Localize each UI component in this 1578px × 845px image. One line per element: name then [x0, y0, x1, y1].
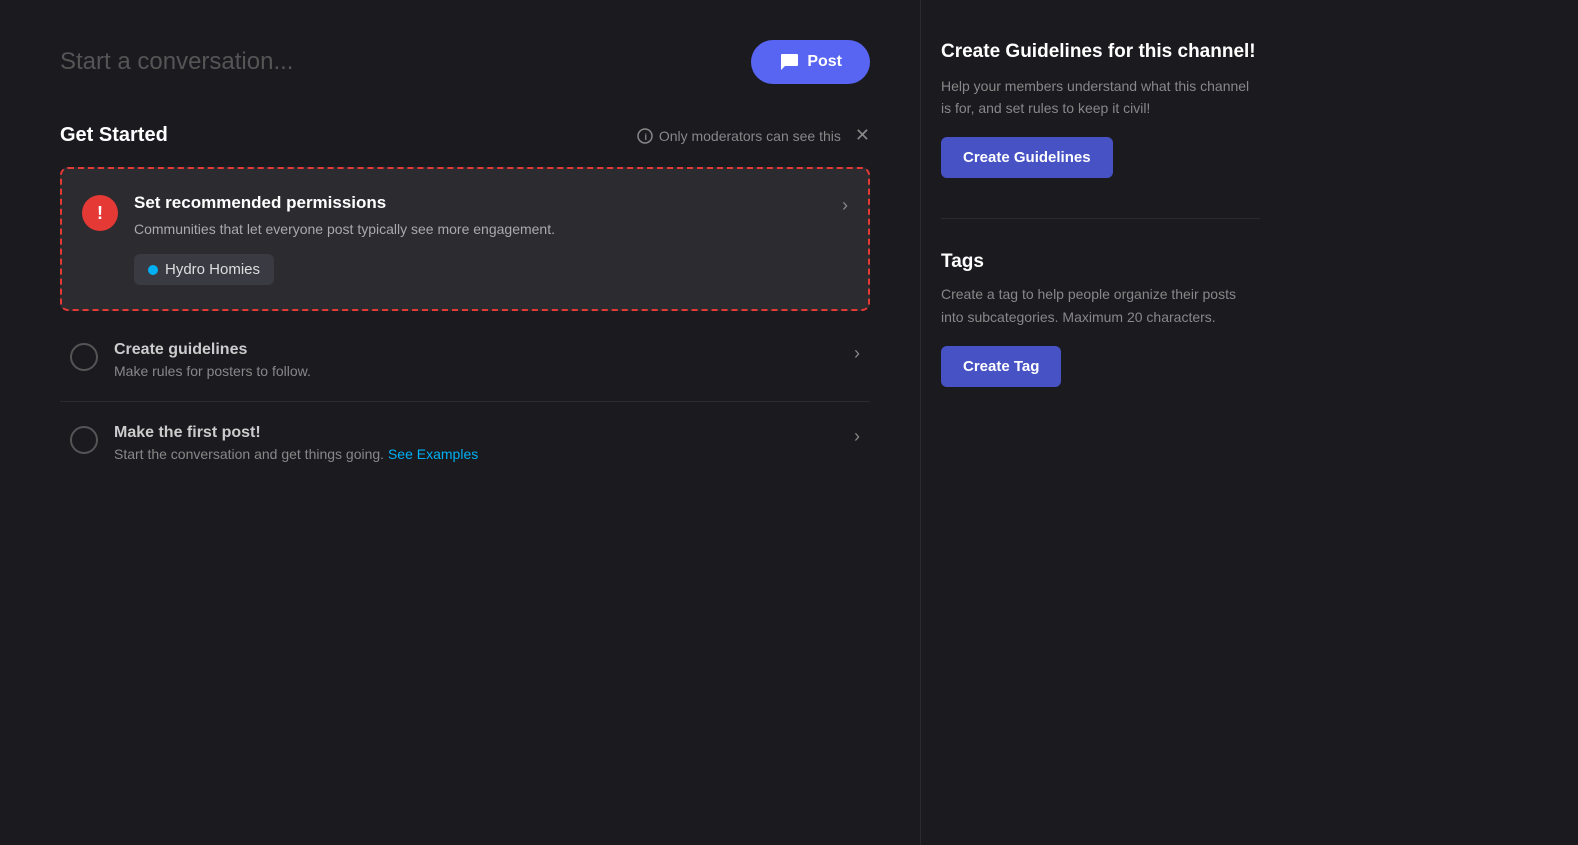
- checklist-post-desc: Start the conversation and get things go…: [114, 446, 838, 462]
- moderators-notice: i Only moderators can see this ✕: [637, 125, 870, 146]
- checklist-guidelines-desc: Make rules for posters to follow.: [114, 363, 838, 379]
- conversation-placeholder: Start a conversation...: [60, 48, 293, 76]
- guidelines-section: Create Guidelines for this channel! Help…: [941, 40, 1260, 178]
- get-started-title: Get Started: [60, 124, 168, 147]
- checklist-post-desc-text: Start the conversation and get things go…: [114, 446, 388, 462]
- post-button-label: Post: [807, 53, 842, 71]
- tags-section-title: Tags: [941, 251, 1260, 273]
- top-bar: Start a conversation... Post: [60, 40, 870, 84]
- page-wrapper: Start a conversation... Post Get Started…: [0, 0, 1578, 845]
- checklist-guidelines-title: Create guidelines: [114, 341, 838, 359]
- chat-bubble-icon: [779, 52, 799, 72]
- permissions-card-inner: ! Set recommended permissions Communitie…: [82, 193, 848, 285]
- warning-icon-wrap: !: [82, 195, 118, 231]
- guidelines-section-title: Create Guidelines for this channel!: [941, 40, 1260, 65]
- moderators-notice-text: Only moderators can see this: [659, 128, 841, 144]
- post-button[interactable]: Post: [751, 40, 870, 84]
- guidelines-section-desc: Help your members understand what this c…: [941, 75, 1260, 120]
- first-post-item[interactable]: Make the first post! Start the conversat…: [60, 402, 870, 484]
- checklist-post-text: Make the first post! Start the conversat…: [114, 424, 838, 462]
- get-started-header: Get Started i Only moderators can see th…: [60, 124, 870, 147]
- create-guidelines-button[interactable]: Create Guidelines: [941, 137, 1113, 178]
- right-panel: Create Guidelines for this channel! Help…: [920, 0, 1300, 845]
- warning-icon: !: [82, 195, 118, 231]
- see-examples-link[interactable]: See Examples: [388, 446, 478, 462]
- checklist-guidelines-text: Create guidelines Make rules for posters…: [114, 341, 838, 379]
- close-button[interactable]: ✕: [847, 125, 870, 146]
- info-icon: i: [637, 128, 653, 144]
- divider: [941, 218, 1260, 219]
- circle-check-post: [70, 426, 98, 454]
- create-tag-button[interactable]: Create Tag: [941, 346, 1061, 387]
- permissions-card-title: Set recommended permissions: [134, 193, 842, 213]
- chevron-right-post: ›: [854, 426, 860, 447]
- permissions-card-desc: Communities that let everyone post typic…: [134, 219, 842, 240]
- tag-pill-label: Hydro Homies: [165, 261, 260, 278]
- permissions-card-content: ! Set recommended permissions Communitie…: [82, 193, 842, 285]
- checklist-post-title: Make the first post!: [114, 424, 838, 442]
- tag-pill[interactable]: Hydro Homies: [134, 254, 274, 285]
- card-text: Set recommended permissions Communities …: [134, 193, 842, 285]
- create-guidelines-item[interactable]: Create guidelines Make rules for posters…: [60, 319, 870, 402]
- left-panel: Start a conversation... Post Get Started…: [0, 0, 920, 845]
- tags-section: Tags Create a tag to help people organiz…: [941, 251, 1260, 387]
- svg-text:i: i: [644, 132, 647, 142]
- chevron-right-guidelines: ›: [854, 343, 860, 364]
- tag-dot: [148, 265, 158, 275]
- get-started-section: Get Started i Only moderators can see th…: [60, 124, 870, 484]
- permissions-card[interactable]: ! Set recommended permissions Communitie…: [60, 167, 870, 311]
- circle-check-guidelines: [70, 343, 98, 371]
- tags-section-desc: Create a tag to help people organize the…: [941, 283, 1260, 328]
- chevron-right-icon: ›: [842, 195, 848, 216]
